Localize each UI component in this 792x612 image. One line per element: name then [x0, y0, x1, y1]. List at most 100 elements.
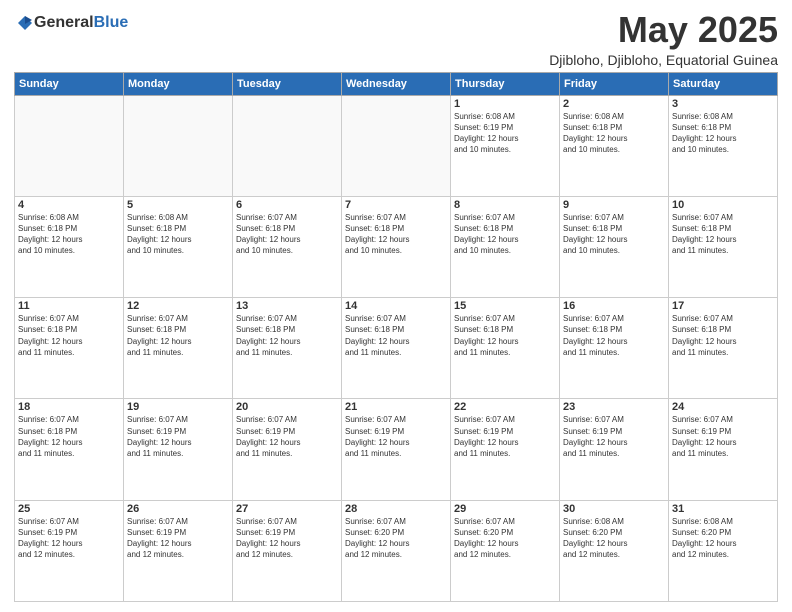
day-number: 31 — [672, 503, 774, 515]
day-info: Sunrise: 6:08 AMSunset: 6:18 PMDaylight:… — [563, 111, 665, 156]
day-info: Sunrise: 6:08 AMSunset: 6:18 PMDaylight:… — [127, 212, 229, 257]
day-info: Sunrise: 6:08 AMSunset: 6:20 PMDaylight:… — [563, 516, 665, 561]
calendar: Sunday Monday Tuesday Wednesday Thursday… — [14, 72, 778, 602]
day-info: Sunrise: 6:07 AMSunset: 6:20 PMDaylight:… — [454, 516, 556, 561]
day-number: 6 — [236, 199, 338, 211]
day-number: 7 — [345, 199, 447, 211]
calendar-week-row: 18Sunrise: 6:07 AMSunset: 6:18 PMDayligh… — [15, 399, 778, 500]
day-info: Sunrise: 6:07 AMSunset: 6:18 PMDaylight:… — [454, 313, 556, 358]
table-row: 28Sunrise: 6:07 AMSunset: 6:20 PMDayligh… — [342, 500, 451, 601]
col-friday: Friday — [560, 72, 669, 95]
day-number: 13 — [236, 300, 338, 312]
col-thursday: Thursday — [451, 72, 560, 95]
day-number: 9 — [563, 199, 665, 211]
table-row: 8Sunrise: 6:07 AMSunset: 6:18 PMDaylight… — [451, 196, 560, 297]
month-year: May 2025 — [549, 10, 778, 50]
col-saturday: Saturday — [669, 72, 778, 95]
day-number: 19 — [127, 401, 229, 413]
table-row: 14Sunrise: 6:07 AMSunset: 6:18 PMDayligh… — [342, 298, 451, 399]
table-row: 31Sunrise: 6:08 AMSunset: 6:20 PMDayligh… — [669, 500, 778, 601]
day-number: 21 — [345, 401, 447, 413]
calendar-header-row: Sunday Monday Tuesday Wednesday Thursday… — [15, 72, 778, 95]
day-number: 30 — [563, 503, 665, 515]
logo-icon — [16, 14, 34, 32]
day-number: 18 — [18, 401, 120, 413]
day-info: Sunrise: 6:07 AMSunset: 6:18 PMDaylight:… — [236, 212, 338, 257]
day-info: Sunrise: 6:07 AMSunset: 6:19 PMDaylight:… — [18, 516, 120, 561]
table-row: 13Sunrise: 6:07 AMSunset: 6:18 PMDayligh… — [233, 298, 342, 399]
day-info: Sunrise: 6:07 AMSunset: 6:18 PMDaylight:… — [345, 212, 447, 257]
day-number: 12 — [127, 300, 229, 312]
day-info: Sunrise: 6:07 AMSunset: 6:18 PMDaylight:… — [563, 212, 665, 257]
day-info: Sunrise: 6:07 AMSunset: 6:19 PMDaylight:… — [345, 414, 447, 459]
day-number: 3 — [672, 98, 774, 110]
day-number: 1 — [454, 98, 556, 110]
table-row: 21Sunrise: 6:07 AMSunset: 6:19 PMDayligh… — [342, 399, 451, 500]
logo-general: General — [34, 14, 94, 31]
page: GeneralBlue May 2025 Djibloho, Djibloho,… — [0, 0, 792, 612]
table-row: 16Sunrise: 6:07 AMSunset: 6:18 PMDayligh… — [560, 298, 669, 399]
table-row: 22Sunrise: 6:07 AMSunset: 6:19 PMDayligh… — [451, 399, 560, 500]
header: GeneralBlue May 2025 Djibloho, Djibloho,… — [14, 10, 778, 68]
day-number: 28 — [345, 503, 447, 515]
table-row: 15Sunrise: 6:07 AMSunset: 6:18 PMDayligh… — [451, 298, 560, 399]
day-number: 15 — [454, 300, 556, 312]
logo: GeneralBlue — [14, 14, 128, 32]
table-row: 11Sunrise: 6:07 AMSunset: 6:18 PMDayligh… — [15, 298, 124, 399]
day-info: Sunrise: 6:08 AMSunset: 6:19 PMDaylight:… — [454, 111, 556, 156]
table-row: 9Sunrise: 6:07 AMSunset: 6:18 PMDaylight… — [560, 196, 669, 297]
day-number: 8 — [454, 199, 556, 211]
table-row — [124, 95, 233, 196]
day-number: 24 — [672, 401, 774, 413]
day-info: Sunrise: 6:07 AMSunset: 6:18 PMDaylight:… — [18, 313, 120, 358]
table-row: 24Sunrise: 6:07 AMSunset: 6:19 PMDayligh… — [669, 399, 778, 500]
day-number: 14 — [345, 300, 447, 312]
day-info: Sunrise: 6:07 AMSunset: 6:18 PMDaylight:… — [672, 212, 774, 257]
table-row: 20Sunrise: 6:07 AMSunset: 6:19 PMDayligh… — [233, 399, 342, 500]
day-info: Sunrise: 6:07 AMSunset: 6:18 PMDaylight:… — [127, 313, 229, 358]
day-info: Sunrise: 6:08 AMSunset: 6:20 PMDaylight:… — [672, 516, 774, 561]
table-row: 2Sunrise: 6:08 AMSunset: 6:18 PMDaylight… — [560, 95, 669, 196]
title-block: May 2025 Djibloho, Djibloho, Equatorial … — [549, 10, 778, 68]
day-number: 27 — [236, 503, 338, 515]
day-number: 11 — [18, 300, 120, 312]
day-info: Sunrise: 6:07 AMSunset: 6:18 PMDaylight:… — [454, 212, 556, 257]
day-number: 2 — [563, 98, 665, 110]
day-info: Sunrise: 6:07 AMSunset: 6:18 PMDaylight:… — [236, 313, 338, 358]
day-number: 26 — [127, 503, 229, 515]
table-row: 26Sunrise: 6:07 AMSunset: 6:19 PMDayligh… — [124, 500, 233, 601]
day-number: 29 — [454, 503, 556, 515]
table-row: 25Sunrise: 6:07 AMSunset: 6:19 PMDayligh… — [15, 500, 124, 601]
col-sunday: Sunday — [15, 72, 124, 95]
calendar-week-row: 4Sunrise: 6:08 AMSunset: 6:18 PMDaylight… — [15, 196, 778, 297]
logo-blue: Blue — [94, 14, 129, 31]
day-info: Sunrise: 6:07 AMSunset: 6:19 PMDaylight:… — [454, 414, 556, 459]
table-row — [233, 95, 342, 196]
day-info: Sunrise: 6:07 AMSunset: 6:19 PMDaylight:… — [127, 516, 229, 561]
day-info: Sunrise: 6:07 AMSunset: 6:19 PMDaylight:… — [672, 414, 774, 459]
col-tuesday: Tuesday — [233, 72, 342, 95]
table-row: 6Sunrise: 6:07 AMSunset: 6:18 PMDaylight… — [233, 196, 342, 297]
col-monday: Monday — [124, 72, 233, 95]
day-info: Sunrise: 6:07 AMSunset: 6:19 PMDaylight:… — [563, 414, 665, 459]
table-row — [15, 95, 124, 196]
table-row: 29Sunrise: 6:07 AMSunset: 6:20 PMDayligh… — [451, 500, 560, 601]
day-info: Sunrise: 6:07 AMSunset: 6:19 PMDaylight:… — [236, 414, 338, 459]
day-info: Sunrise: 6:07 AMSunset: 6:19 PMDaylight:… — [127, 414, 229, 459]
table-row — [342, 95, 451, 196]
day-info: Sunrise: 6:07 AMSunset: 6:18 PMDaylight:… — [345, 313, 447, 358]
calendar-week-row: 11Sunrise: 6:07 AMSunset: 6:18 PMDayligh… — [15, 298, 778, 399]
table-row: 23Sunrise: 6:07 AMSunset: 6:19 PMDayligh… — [560, 399, 669, 500]
day-number: 23 — [563, 401, 665, 413]
table-row: 19Sunrise: 6:07 AMSunset: 6:19 PMDayligh… — [124, 399, 233, 500]
table-row: 27Sunrise: 6:07 AMSunset: 6:19 PMDayligh… — [233, 500, 342, 601]
day-number: 10 — [672, 199, 774, 211]
day-info: Sunrise: 6:08 AMSunset: 6:18 PMDaylight:… — [18, 212, 120, 257]
day-info: Sunrise: 6:08 AMSunset: 6:18 PMDaylight:… — [672, 111, 774, 156]
table-row: 5Sunrise: 6:08 AMSunset: 6:18 PMDaylight… — [124, 196, 233, 297]
table-row: 18Sunrise: 6:07 AMSunset: 6:18 PMDayligh… — [15, 399, 124, 500]
table-row: 7Sunrise: 6:07 AMSunset: 6:18 PMDaylight… — [342, 196, 451, 297]
col-wednesday: Wednesday — [342, 72, 451, 95]
day-number: 17 — [672, 300, 774, 312]
table-row: 4Sunrise: 6:08 AMSunset: 6:18 PMDaylight… — [15, 196, 124, 297]
